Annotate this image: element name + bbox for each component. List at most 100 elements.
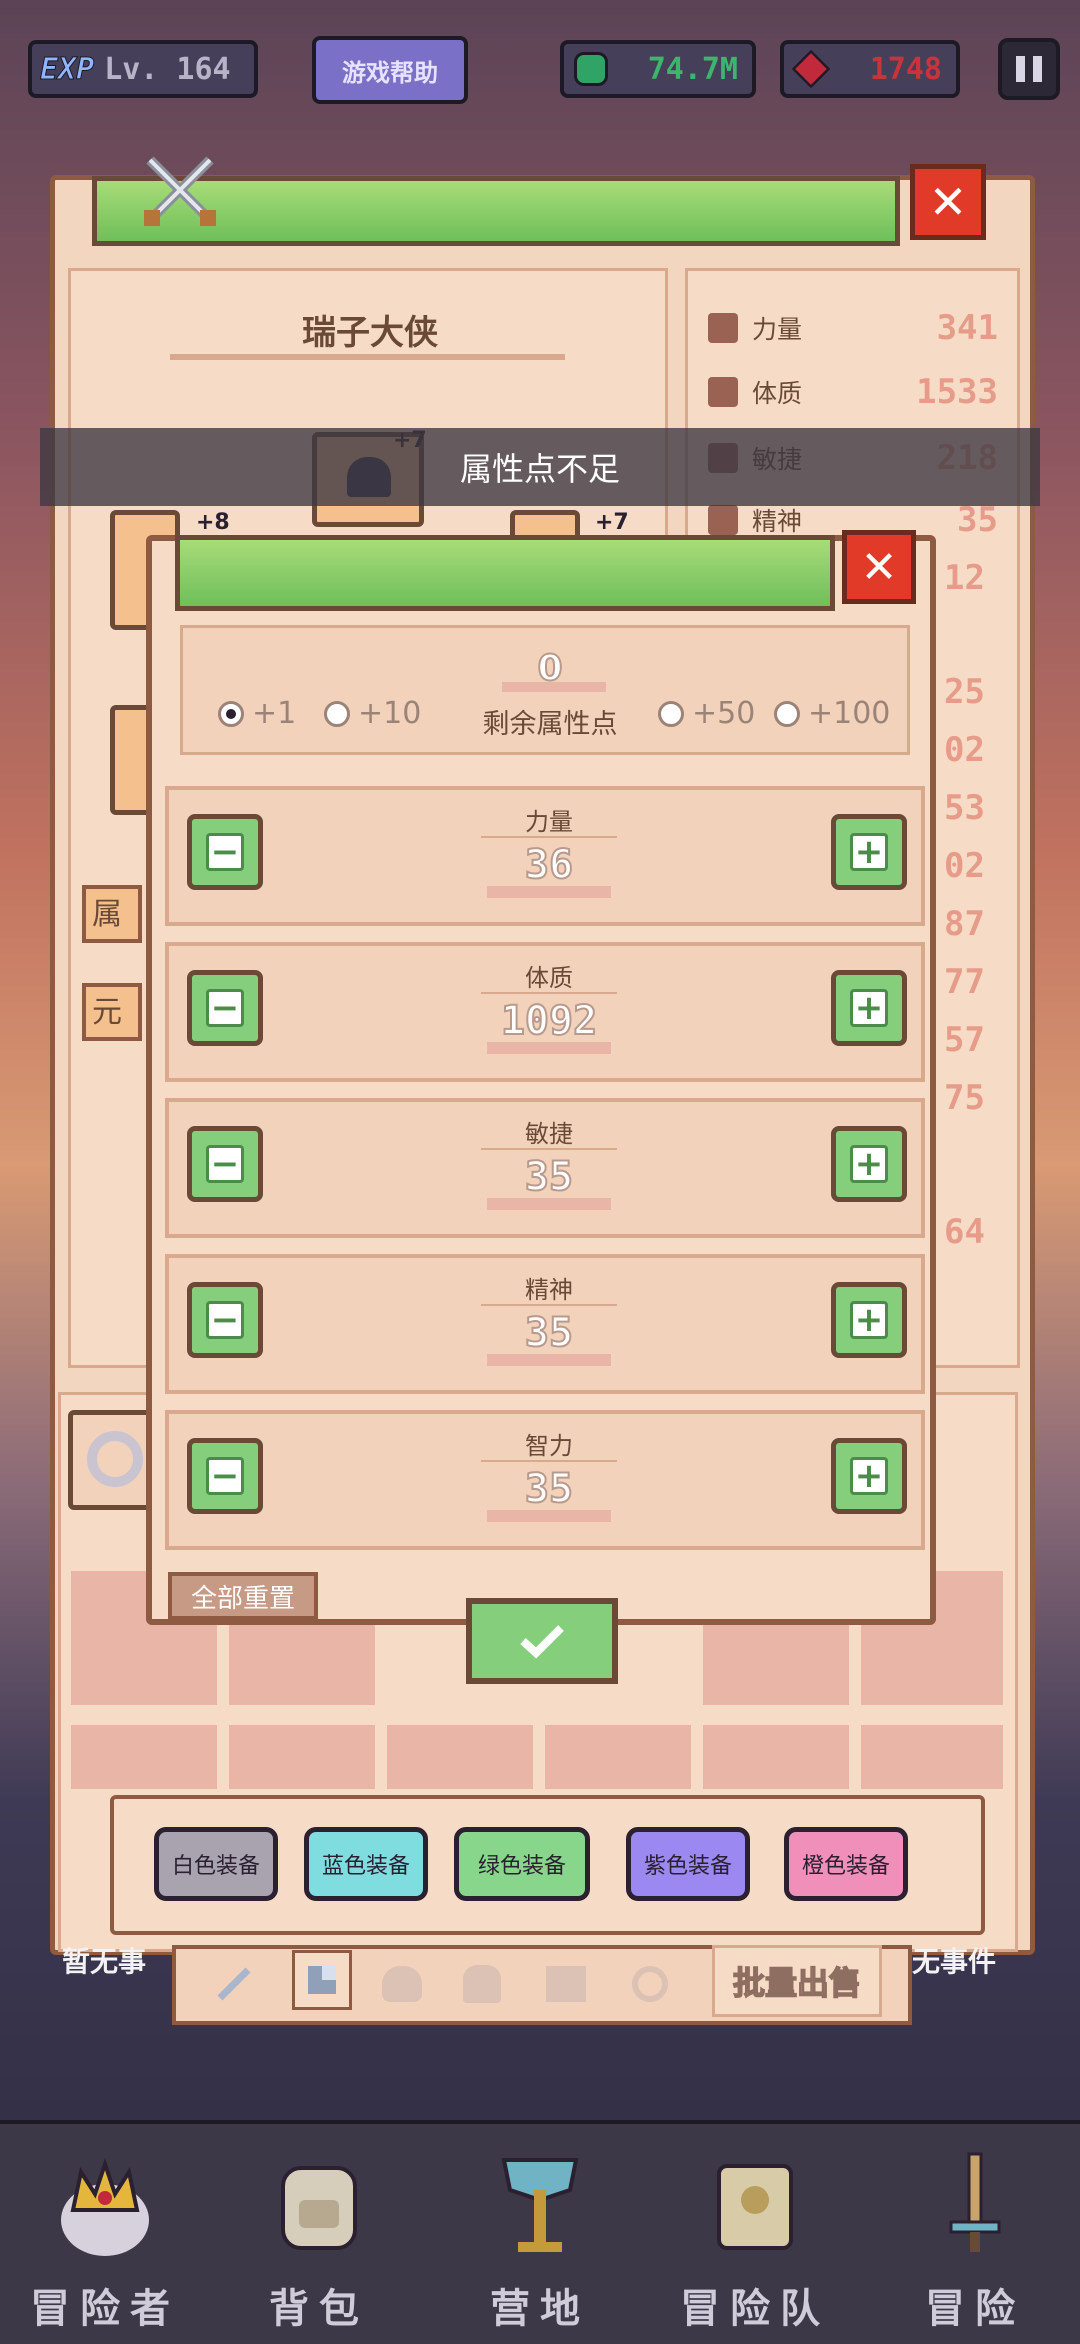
filter-green-equipment[interactable]: 绿色装备 (454, 1827, 590, 1901)
side-stat-value: 25 (944, 672, 985, 712)
elements-tab[interactable]: 元素 (82, 983, 142, 1041)
radio-icon (658, 700, 684, 727)
step-option-plus-50[interactable]: +50 (658, 696, 755, 731)
panel-close-button[interactable]: ✕ (910, 164, 986, 240)
inventory-cell[interactable] (68, 1722, 220, 1792)
increase-constitution-button[interactable]: + (831, 970, 907, 1046)
increase-strength-button[interactable]: + (831, 814, 907, 890)
stat-row-constitution: 体质 1533 (708, 364, 998, 420)
nav-adventurer[interactable]: 冒险者 (10, 2150, 200, 2332)
filter-blue-equipment[interactable]: 蓝色装备 (304, 1827, 428, 1901)
ruby-amount: 1748 (869, 51, 942, 87)
toast-message: 属性点不足 (40, 428, 1040, 506)
increase-agility-button[interactable]: + (831, 1126, 907, 1202)
reset-all-button[interactable]: 全部重置 (168, 1572, 318, 1620)
nav-adventure-team[interactable]: 冒险队 (660, 2150, 850, 2332)
filter-white-equipment[interactable]: 白色装备 (154, 1827, 278, 1901)
pause-button[interactable] (998, 38, 1060, 100)
ring-icon (87, 1431, 143, 1487)
exp-icon: EXP (39, 51, 95, 87)
backpack-icon (281, 2166, 357, 2250)
camp-banner-icon (501, 2158, 579, 2252)
inventory-cell[interactable] (700, 1722, 852, 1792)
attributes-tab[interactable]: 属性 (82, 885, 142, 943)
game-help-button[interactable]: 游戏帮助 (312, 36, 468, 104)
decrease-spirit-button[interactable]: − (187, 1282, 263, 1358)
side-stat-value: 75 (944, 1078, 985, 1118)
attribute-row-spirit: − 精神 35 + (165, 1254, 925, 1394)
nav-adventure[interactable]: 冒险 (880, 2150, 1070, 2332)
chest-armor-icon (463, 1965, 501, 2003)
side-stat-value: 12 (944, 558, 985, 598)
right-slot-plus-level: +7 (595, 510, 629, 535)
dialog-close-button[interactable]: ✕ (842, 530, 916, 604)
filter-orange-equipment[interactable]: 橙色装备 (784, 1827, 908, 1901)
side-stat-value: 57 (944, 1020, 985, 1060)
plus-icon: + (850, 1145, 888, 1183)
minus-icon: − (206, 989, 244, 1027)
plus-icon: + (850, 1301, 888, 1339)
accessory-tab[interactable] (626, 1960, 674, 2008)
batch-sell-button[interactable]: 批量出售 (712, 1945, 882, 2017)
decrease-constitution-button[interactable]: − (187, 970, 263, 1046)
inventory-cell[interactable] (858, 1722, 1006, 1792)
left-slot-plus-level: +8 (196, 510, 230, 535)
attribute-value: 35 (524, 1465, 574, 1513)
decrease-strength-button[interactable]: − (187, 814, 263, 890)
radio-icon (774, 700, 800, 727)
strength-icon (708, 313, 738, 343)
attribute-value: 36 (524, 841, 574, 889)
chest-tab[interactable] (458, 1960, 506, 2008)
book-icon (717, 2164, 793, 2250)
attribute-row-constitution: − 体质 1092 + (165, 942, 925, 1082)
skull-helmet-icon (382, 1966, 422, 2002)
confirm-button[interactable] (466, 1598, 618, 1684)
step-option-plus-100[interactable]: +100 (774, 696, 890, 731)
pants-icon (546, 1966, 586, 2002)
step-option-plus-1[interactable]: +1 (218, 696, 296, 731)
accessory-icon (632, 1966, 668, 2002)
attribute-row-strength: − 力量 36 + (165, 786, 925, 926)
remaining-points-underline (502, 682, 606, 692)
step-option-plus-10[interactable]: +10 (324, 696, 421, 731)
weapon-tab[interactable] (210, 1960, 258, 2008)
dialog-title-bar (175, 535, 835, 611)
crossed-swords-icon (140, 150, 220, 230)
increase-intelligence-button[interactable]: + (831, 1438, 907, 1514)
nav-backpack[interactable]: 背包 (224, 2150, 414, 2332)
sword-icon (949, 2152, 1001, 2252)
decrease-intelligence-button[interactable]: − (187, 1438, 263, 1514)
side-stat-value: 87 (944, 904, 985, 944)
filter-purple-equipment[interactable]: 紫色装备 (626, 1827, 750, 1901)
ruby-icon (791, 49, 831, 89)
minus-icon: − (206, 1301, 244, 1339)
left-event-text: 暂无事 (62, 1945, 147, 1978)
attribute-row-intelligence: − 智力 35 + (165, 1410, 925, 1550)
spirit-icon (708, 505, 738, 535)
pants-tab[interactable] (542, 1960, 590, 2008)
minus-icon: − (206, 1457, 244, 1495)
inventory-cell[interactable] (226, 1722, 378, 1792)
inventory-cell[interactable] (384, 1722, 536, 1792)
decrease-agility-button[interactable]: − (187, 1126, 263, 1202)
increase-spirit-button[interactable]: + (831, 1282, 907, 1358)
attribute-value: 1092 (500, 997, 598, 1045)
sword-tab-icon (217, 1967, 251, 2001)
armor-tab-icon (308, 1966, 336, 1994)
level-badge: EXP Lv. 164 (28, 40, 258, 98)
side-stat-value: 53 (944, 788, 985, 828)
helmet-tab[interactable] (378, 1960, 426, 2008)
pause-icon (1016, 56, 1025, 82)
armor-tab[interactable] (292, 1950, 352, 2010)
inventory-cell[interactable] (542, 1722, 694, 1792)
gem-amount: 74.7M (647, 51, 738, 87)
attribute-row-agility: − 敏捷 35 + (165, 1098, 925, 1238)
plus-icon: + (850, 833, 888, 871)
right-event-text: 无事件 (912, 1945, 997, 1978)
attribute-value: 35 (524, 1153, 574, 1201)
hero-name-underline (170, 354, 565, 360)
side-stat-value: 02 (944, 846, 985, 886)
nav-camp[interactable]: 营地 (445, 2150, 635, 2332)
side-stat-value: 02 (944, 730, 985, 770)
side-stat-value: 77 (944, 962, 985, 1002)
